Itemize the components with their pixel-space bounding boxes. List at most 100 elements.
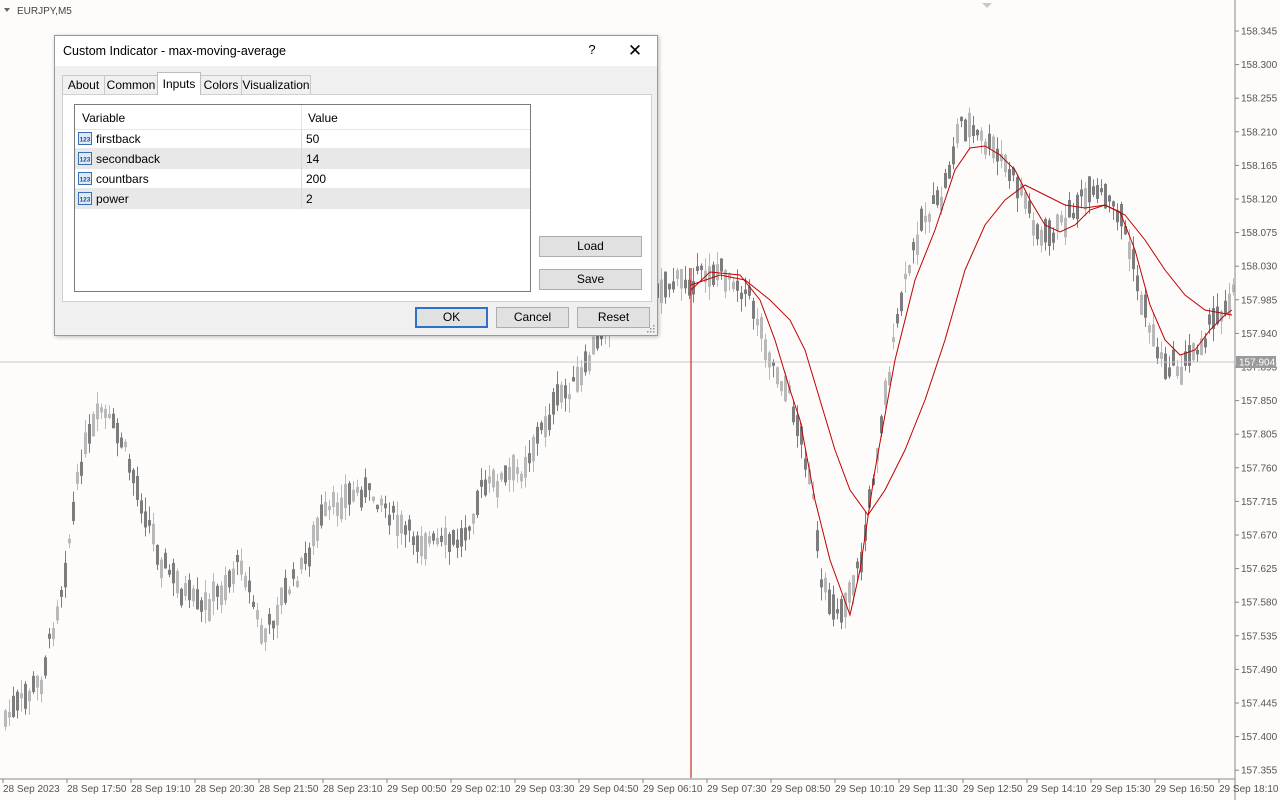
row-value[interactable]: 50 bbox=[306, 132, 319, 146]
candle-body bbox=[540, 422, 543, 430]
price-tick-label: 157.715 bbox=[1241, 497, 1278, 508]
load-button[interactable]: Load bbox=[539, 236, 642, 257]
candle-body bbox=[1180, 367, 1183, 385]
candle-body bbox=[756, 318, 759, 326]
value-column-header[interactable]: Value bbox=[308, 111, 338, 125]
input-row-countbars[interactable]: 123 countbars 200 bbox=[75, 169, 530, 189]
candle-body bbox=[172, 563, 175, 584]
candle-body bbox=[976, 129, 979, 136]
candle-body bbox=[368, 483, 371, 491]
candle-body bbox=[1016, 177, 1019, 199]
candle-body bbox=[1084, 188, 1087, 210]
candle-body bbox=[316, 517, 319, 541]
time-tick-label: 29 Sep 11:30 bbox=[899, 784, 958, 795]
candle-body bbox=[164, 552, 167, 569]
tab-inputs[interactable]: Inputs bbox=[157, 72, 201, 95]
candle-body bbox=[736, 280, 739, 291]
time-tick-label: 28 Sep 23:10 bbox=[323, 784, 383, 795]
candle-body bbox=[204, 592, 207, 611]
candle-body bbox=[208, 599, 211, 621]
inputs-grid[interactable]: Variable Value 123 firstback 50 123 seco… bbox=[74, 104, 531, 292]
row-value[interactable]: 200 bbox=[306, 172, 326, 186]
price-tick-label: 158.210 bbox=[1241, 127, 1278, 138]
cancel-button[interactable]: Cancel bbox=[496, 307, 569, 328]
price-axis: 158.345 158.300 158.255 158.210 158.165 158.1… bbox=[1235, 27, 1278, 777]
custom-indicator-dialog[interactable]: Custom Indicator - max-moving-average ? … bbox=[54, 35, 658, 336]
integer-icon: 123 bbox=[78, 152, 92, 165]
candle-body bbox=[200, 600, 203, 612]
candle-body bbox=[984, 141, 987, 155]
grid-header: Variable Value bbox=[75, 105, 530, 130]
close-button[interactable]: ✕ bbox=[621, 40, 649, 62]
candle-body bbox=[508, 466, 511, 480]
candle-body bbox=[84, 432, 87, 454]
save-button[interactable]: Save bbox=[539, 269, 642, 290]
ok-button[interactable]: OK bbox=[415, 307, 488, 328]
symbol-dropdown-icon[interactable] bbox=[4, 8, 10, 12]
input-row-power[interactable]: 123 power 2 bbox=[75, 189, 530, 209]
candle-body bbox=[356, 486, 359, 493]
price-tick-label: 157.580 bbox=[1241, 598, 1278, 609]
candle-body bbox=[980, 130, 983, 141]
candle-body bbox=[840, 599, 843, 623]
input-row-secondback[interactable]: 123 secondback 14 bbox=[75, 149, 530, 169]
candle-body bbox=[744, 289, 747, 295]
tab-visualization[interactable]: Visualization bbox=[241, 75, 311, 94]
candle-body bbox=[100, 407, 103, 413]
candle-body bbox=[72, 501, 75, 521]
candle-body bbox=[360, 489, 363, 508]
candle-body bbox=[564, 385, 567, 399]
time-tick-label: 29 Sep 02:10 bbox=[451, 784, 511, 795]
candle-body bbox=[764, 339, 767, 361]
candle-body bbox=[64, 562, 67, 588]
candle-body bbox=[960, 116, 963, 122]
chart-shift-marker-icon[interactable] bbox=[982, 3, 992, 8]
candle-body bbox=[1096, 185, 1099, 199]
candle-body bbox=[248, 580, 251, 593]
candle-body bbox=[180, 588, 183, 606]
candle-body bbox=[476, 490, 479, 516]
dialog-titlebar[interactable]: Custom Indicator - max-moving-average ? … bbox=[55, 36, 657, 66]
candle-body bbox=[752, 300, 755, 319]
candle-body bbox=[856, 561, 859, 569]
row-value[interactable]: 2 bbox=[306, 192, 313, 206]
candle-body bbox=[900, 292, 903, 312]
candle-body bbox=[1168, 367, 1171, 377]
candle-body bbox=[684, 279, 687, 289]
candle-body bbox=[512, 454, 515, 481]
tab-about[interactable]: About bbox=[62, 75, 105, 94]
candle-body bbox=[36, 675, 39, 688]
candle-body bbox=[556, 384, 559, 406]
candle-body bbox=[1112, 201, 1115, 207]
candle-body bbox=[696, 266, 699, 271]
reset-button[interactable]: Reset bbox=[577, 307, 650, 328]
candle-body bbox=[560, 384, 563, 403]
candle-body bbox=[460, 528, 463, 547]
candle-body bbox=[1032, 220, 1035, 236]
time-tick-label: 29 Sep 04:50 bbox=[579, 784, 639, 795]
tab-common[interactable]: Common bbox=[104, 75, 158, 94]
candle-body bbox=[848, 582, 851, 603]
tab-colors[interactable]: Colors bbox=[200, 75, 242, 94]
time-tick-label: 29 Sep 16:50 bbox=[1155, 784, 1215, 795]
input-row-firstback[interactable]: 123 firstback 50 bbox=[75, 129, 530, 149]
candle-body bbox=[284, 577, 287, 603]
row-value[interactable]: 14 bbox=[306, 152, 319, 166]
candle-body bbox=[892, 337, 895, 343]
candle-body bbox=[1108, 195, 1111, 202]
candle-body bbox=[520, 473, 523, 482]
variable-column-header[interactable]: Variable bbox=[82, 111, 125, 125]
price-tick-label: 157.805 bbox=[1241, 430, 1278, 441]
price-tick-label: 157.490 bbox=[1241, 665, 1278, 676]
candle-body bbox=[576, 366, 579, 392]
candle-body bbox=[668, 283, 671, 290]
candle-body bbox=[816, 530, 819, 552]
candle-body bbox=[532, 436, 535, 462]
price-tick-label: 158.120 bbox=[1241, 195, 1278, 206]
resize-grip-icon[interactable] bbox=[647, 325, 655, 333]
candle-body bbox=[272, 620, 275, 629]
candle-body bbox=[12, 695, 15, 717]
help-button[interactable]: ? bbox=[584, 42, 600, 60]
candle-body bbox=[364, 477, 367, 498]
candle-body bbox=[444, 527, 447, 546]
